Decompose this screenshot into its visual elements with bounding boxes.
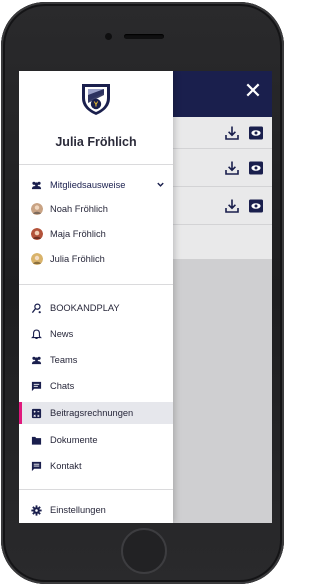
menu-item-kontakt[interactable]: Kontakt: [19, 455, 173, 477]
avatar: [31, 253, 43, 265]
folder-icon: [31, 435, 42, 446]
avatar: [31, 228, 43, 240]
menu-item-chats[interactable]: Chats: [19, 375, 173, 397]
member-name: Noah Fröhlich: [50, 204, 108, 214]
menu-item-label: Chats: [50, 381, 75, 391]
svg-text:Y: Y: [94, 102, 99, 109]
menu-item-label: BOOKANDPLAY: [50, 303, 120, 313]
drawer-header: Y Julia Fröhlich: [19, 71, 173, 164]
team-icon: [31, 355, 42, 366]
speaker: [124, 34, 164, 39]
download-icon[interactable]: [224, 160, 240, 176]
view-icon[interactable]: [248, 160, 264, 176]
menu-item-bookandplay[interactable]: BOOKANDPLAY: [19, 297, 173, 319]
contact-icon: [31, 461, 42, 472]
menu-item-label: Teams: [50, 355, 78, 365]
member-name: Maja Fröhlich: [50, 229, 106, 239]
menu-item-label: Kontakt: [50, 461, 82, 471]
row-actions: [224, 125, 264, 141]
bookandplay-icon: [31, 303, 42, 314]
menu-item-dokumente[interactable]: Dokumente: [19, 429, 173, 451]
download-icon[interactable]: [224, 125, 240, 141]
chat-icon: [31, 381, 42, 392]
row-actions: [224, 160, 264, 176]
team-icon: [31, 180, 42, 191]
home-button[interactable]: [121, 528, 167, 574]
menu-item-einstellungen[interactable]: Einstellungen: [19, 499, 173, 521]
menu-item-beitragsrechnungen[interactable]: Beitragsrechnungen: [19, 402, 173, 424]
menu-item-news[interactable]: News: [19, 323, 173, 345]
bell-icon: [31, 329, 42, 340]
phone-frame: ✕ Y Julia Fröhlich Mitgliedsausweise Noa…: [1, 2, 284, 584]
member-card-julia[interactable]: Julia Fröhlich: [19, 248, 173, 270]
close-button[interactable]: ✕: [238, 77, 268, 107]
view-icon[interactable]: [248, 125, 264, 141]
avatar: [31, 203, 43, 215]
member-card-noah[interactable]: Noah Fröhlich: [19, 198, 173, 220]
view-icon[interactable]: [248, 198, 264, 214]
user-name: Julia Fröhlich: [55, 135, 137, 149]
row-actions: [224, 198, 264, 214]
download-icon[interactable]: [224, 198, 240, 214]
menu-item-label: Einstellungen: [50, 505, 106, 515]
app-screen: ✕ Y Julia Fröhlich Mitgliedsausweise Noa…: [19, 71, 272, 523]
member-card-maja[interactable]: Maja Fröhlich: [19, 223, 173, 245]
invoice-icon: [31, 408, 42, 419]
membership-cards-label: Mitgliedsausweise: [50, 180, 126, 190]
gear-icon: [31, 504, 42, 516]
membership-cards-toggle[interactable]: Mitgliedsausweise: [19, 174, 173, 196]
divider: [19, 489, 173, 490]
menu-item-teams[interactable]: Teams: [19, 349, 173, 371]
chevron-down-icon: [157, 182, 164, 187]
club-crest-logo: Y: [82, 84, 110, 115]
menu-item-label: Beitragsrechnungen: [50, 408, 134, 418]
divider: [19, 284, 173, 285]
member-name: Julia Fröhlich: [50, 254, 105, 264]
menu-item-label: News: [50, 329, 74, 339]
navigation-drawer: Y Julia Fröhlich Mitgliedsausweise Noah …: [19, 71, 173, 523]
divider: [19, 164, 173, 165]
menu-item-label: Dokumente: [50, 435, 98, 445]
camera: [105, 33, 112, 40]
